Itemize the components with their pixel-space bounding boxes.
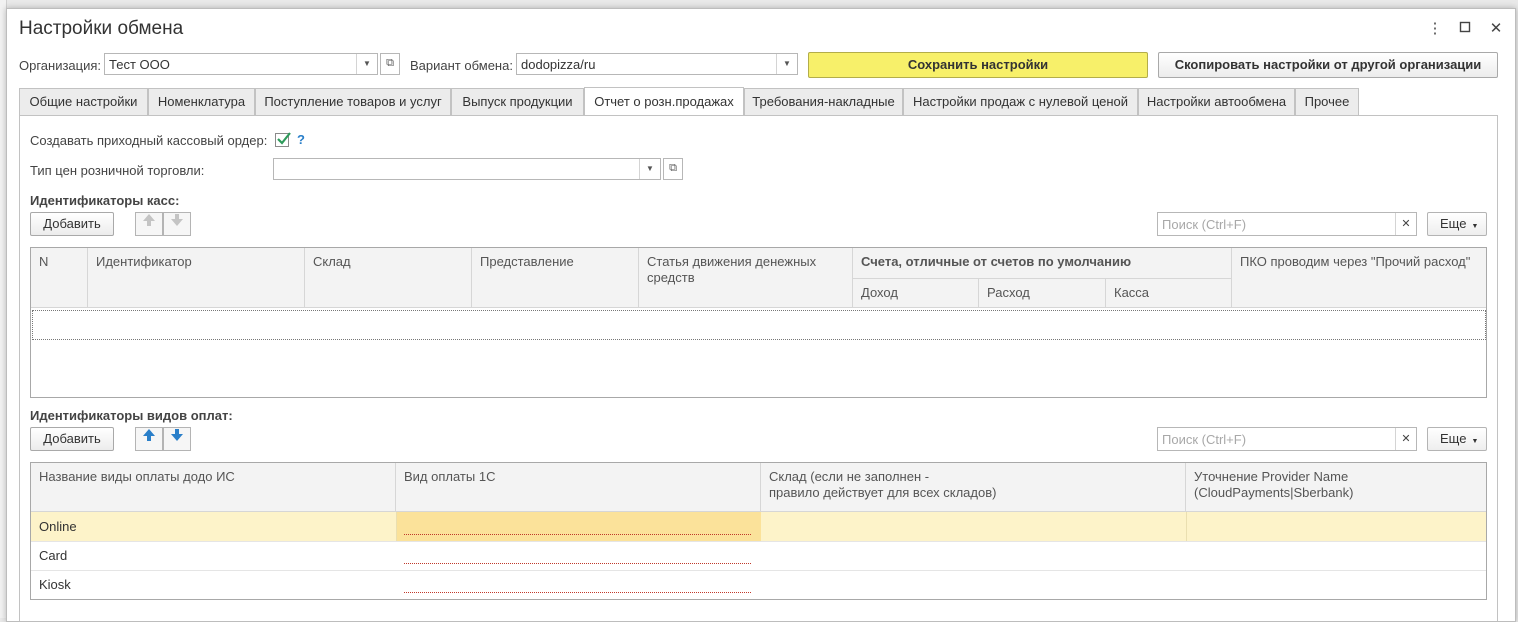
check-icon (277, 132, 291, 145)
col-payment-type-1c[interactable]: Вид оплаты 1С (396, 463, 761, 512)
col-cash-flow[interactable]: Статья движения денежных средств (639, 248, 853, 308)
col-warehouse[interactable]: Склад (305, 248, 472, 308)
tab-auto-exchange[interactable]: Настройки автообмена (1138, 88, 1295, 116)
col-payment-warehouse-line1: Склад (если не заполнен - (769, 469, 930, 484)
move-down-button[interactable] (163, 212, 191, 236)
col-income[interactable]: Доход (853, 279, 979, 308)
menu-icon[interactable]: ⋮ (1425, 19, 1445, 39)
payment-section-title: Идентификаторы видов оплат: (30, 408, 233, 423)
add-payment-button[interactable]: Добавить (30, 427, 114, 451)
price-type-field[interactable]: ▼ (273, 158, 661, 180)
cash-more-button[interactable]: Еще ▼ (1427, 212, 1487, 236)
dropdown-arrow-icon[interactable]: ▼ (639, 159, 660, 179)
col-pko[interactable]: ПКО проводим через "Прочий расход" (1232, 248, 1486, 308)
organization-field[interactable]: Тест ООО ▼ (104, 53, 378, 75)
dropdown-arrow-icon[interactable]: ▼ (776, 54, 797, 74)
payment-more-button[interactable]: Еще ▼ (1427, 427, 1487, 451)
arrow-down-icon (171, 214, 183, 226)
arrow-up-icon (143, 429, 155, 441)
cash-table[interactable]: N Идентификатор Склад Представление Стат… (30, 247, 1487, 398)
col-provider-name[interactable]: Уточнение Provider Name (CloudPayments|S… (1186, 463, 1486, 512)
col-group-accounts: Счета, отличные от счетов по умолчанию (853, 248, 1232, 279)
arrow-up-icon (143, 214, 155, 226)
col-provider-name-line1: Уточнение Provider Name (1194, 469, 1349, 484)
search-placeholder: Поиск (Ctrl+F) (1162, 432, 1247, 447)
move-up-button[interactable] (135, 212, 163, 236)
col-n[interactable]: N (31, 248, 88, 308)
tab-nomenclature[interactable]: Номенклатура (148, 88, 255, 116)
add-cash-button[interactable]: Добавить (30, 212, 114, 236)
tab-panel: Создавать приходный кассовый ордер: ? Ти… (19, 115, 1498, 621)
move-up-button[interactable] (135, 427, 163, 451)
col-cash[interactable]: Касса (1106, 279, 1232, 308)
tab-zero-price-sales[interactable]: Настройки продаж с нулевой ценой (903, 88, 1138, 116)
tab-other[interactable]: Прочее (1295, 88, 1359, 116)
chevron-down-icon: ▼ (1471, 438, 1479, 445)
clear-search-icon[interactable]: ✕ (1395, 428, 1416, 450)
maximize-icon[interactable] (1455, 19, 1475, 39)
exchange-variant-field[interactable]: dodopizza/ru ▼ (516, 53, 798, 75)
table-row[interactable]: Kiosk (31, 571, 1486, 599)
col-payment-warehouse-line2: правило действует для всех складов) (769, 485, 997, 500)
col-provider-name-line2: (CloudPayments|Sberbank) (1194, 485, 1354, 500)
col-representation[interactable]: Представление (472, 248, 639, 308)
payment-name-cell: Card (39, 548, 68, 563)
dropdown-arrow-icon[interactable]: ▼ (356, 54, 377, 74)
move-down-button[interactable] (163, 427, 191, 451)
more-label: Еще (1440, 431, 1467, 446)
tab-general[interactable]: Общие настройки (19, 88, 148, 116)
arrow-down-icon (171, 429, 183, 441)
open-organization-icon[interactable]: ⧉ (380, 53, 400, 75)
create-order-label: Создавать приходный кассовый ордер: (30, 133, 268, 148)
payment-type-cell-active[interactable] (397, 512, 761, 541)
open-price-type-icon[interactable]: ⧉ (663, 158, 683, 180)
required-field-underline (404, 592, 751, 593)
col-payment-warehouse[interactable]: Склад (если не заполнен - правило действ… (761, 463, 1186, 512)
payment-table[interactable]: Название виды оплаты додо ИС Вид оплаты … (30, 462, 1487, 600)
window-title: Настройки обмена (19, 18, 184, 39)
save-settings-button[interactable]: Сохранить настройки (808, 52, 1148, 78)
create-order-checkbox[interactable] (275, 132, 291, 147)
organization-value: Тест ООО (109, 57, 170, 72)
cash-search-input[interactable]: Поиск (Ctrl+F) ✕ (1157, 212, 1417, 236)
tab-goods-receipt[interactable]: Поступление товаров и услуг (255, 88, 451, 116)
payment-name-cell: Online (39, 519, 77, 534)
settings-window: Настройки обмена ⋮ ✕ Организация: Тест О… (6, 8, 1516, 622)
tab-retail-report[interactable]: Отчет о розн.продажах (584, 87, 744, 117)
payment-name-cell: Kiosk (39, 577, 71, 592)
tab-requisitions[interactable]: Требования-накладные (744, 88, 903, 116)
close-icon[interactable]: ✕ (1486, 19, 1506, 39)
col-payment-name[interactable]: Название виды оплаты додо ИС (31, 463, 396, 512)
required-field-underline (404, 534, 751, 535)
col-expense[interactable]: Расход (979, 279, 1106, 308)
copy-settings-button[interactable]: Скопировать настройки от другой организа… (1158, 52, 1498, 78)
required-field-underline (404, 563, 751, 564)
maximize-icon-glyph (1459, 21, 1471, 33)
cash-table-empty-row[interactable] (32, 310, 1486, 340)
exchange-variant-label: Вариант обмена: (410, 58, 513, 73)
table-row[interactable]: Card (31, 542, 1486, 571)
organization-label: Организация: (19, 58, 102, 73)
table-row[interactable]: Online (31, 512, 1486, 542)
clear-search-icon[interactable]: ✕ (1395, 213, 1416, 235)
cash-section-title: Идентификаторы касс: (30, 193, 180, 208)
exchange-variant-value: dodopizza/ru (521, 57, 596, 72)
col-identifier[interactable]: Идентификатор (88, 248, 305, 308)
more-label: Еще (1440, 216, 1467, 231)
tab-production[interactable]: Выпуск продукции (451, 88, 584, 116)
price-type-label: Тип цен розничной торговли: (30, 163, 205, 178)
chevron-down-icon: ▼ (1471, 223, 1479, 230)
row-divider (1186, 512, 1187, 541)
payment-search-input[interactable]: Поиск (Ctrl+F) ✕ (1157, 427, 1417, 451)
search-placeholder: Поиск (Ctrl+F) (1162, 217, 1247, 232)
help-icon[interactable]: ? (297, 132, 305, 147)
